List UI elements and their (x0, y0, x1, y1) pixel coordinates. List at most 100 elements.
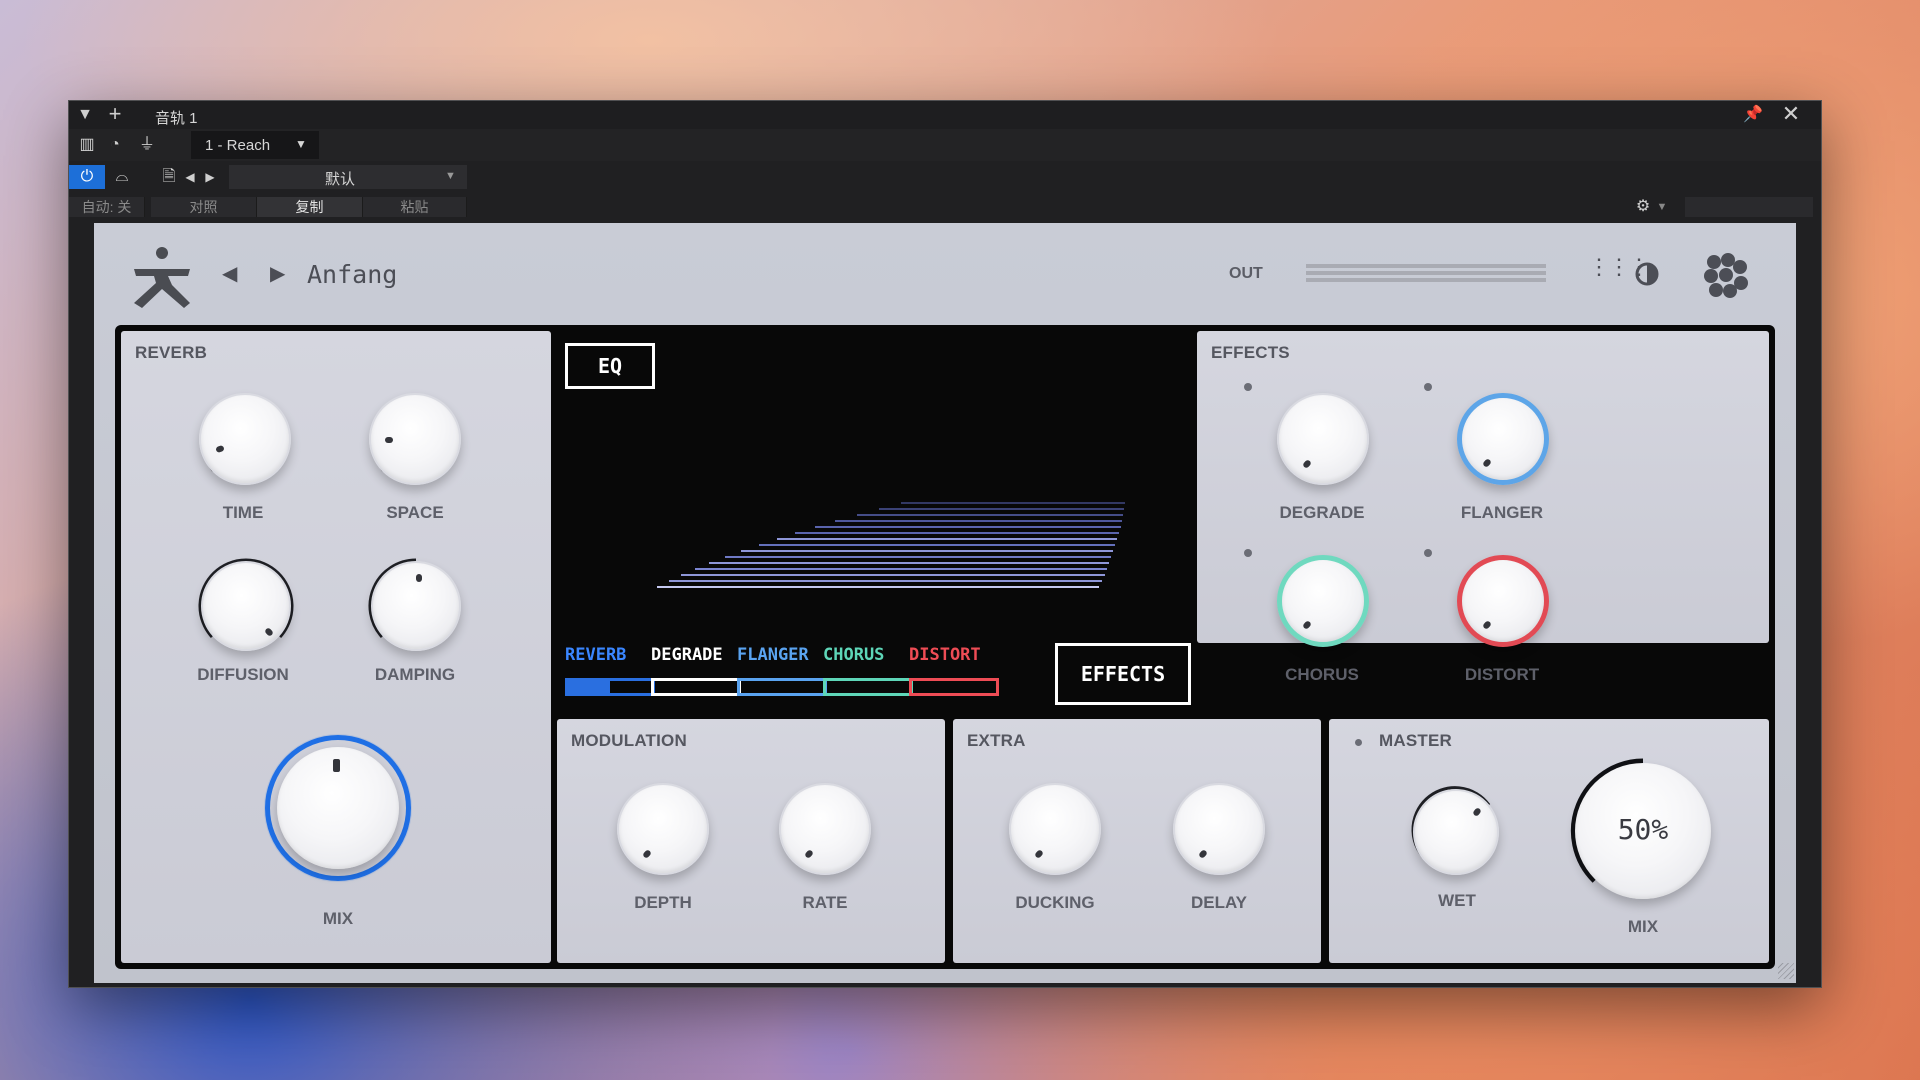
track-name: 音轨 1 (155, 110, 198, 127)
preset-name[interactable]: Anfang (307, 260, 397, 289)
ducking-knob[interactable] (1009, 783, 1101, 875)
prev-preset-icon[interactable]: ◀ (181, 165, 199, 189)
space-knob[interactable] (369, 393, 461, 485)
routing-icon[interactable]: ▥ (75, 133, 99, 157)
master-mix-label: MIX (1627, 917, 1659, 936)
gear-icon[interactable]: ⚙ (1631, 195, 1655, 219)
preset-file-icon[interactable]: 🗎 (157, 165, 181, 189)
master-panel: MASTER WET 50% MIX (1329, 719, 1769, 963)
flanger-tab-bar[interactable] (737, 678, 827, 696)
chevron-down-icon: ▼ (295, 137, 307, 151)
out-label: OUT (1229, 265, 1263, 282)
delay-knob[interactable] (1173, 783, 1265, 875)
visual-display: EQ REVERB DEGRADE FLANGER CHORUS DISTORT… (557, 331, 1191, 705)
tab-distort[interactable]: DISTORT (909, 645, 981, 665)
next-preset-icon[interactable]: ▶ (201, 165, 219, 189)
master-led[interactable] (1355, 739, 1362, 746)
degrade-led[interactable] (1244, 383, 1252, 391)
degrade-label: DEGRADE (1279, 503, 1365, 522)
output-meter (1306, 264, 1546, 282)
reverb-mix-label: MIX (322, 909, 354, 928)
reverb-panel: REVERB TIME SPACE DIFFUSION DAMPING MIX (121, 331, 551, 963)
depth-label: DEPTH (634, 893, 692, 912)
reverb-title: REVERB (135, 343, 208, 362)
close-icon[interactable]: ✕ (1779, 102, 1803, 126)
extra-title: EXTRA (967, 731, 1026, 750)
degrade-tab-bar[interactable] (651, 678, 741, 696)
device-selector[interactable]: 1 - Reach ▼ (191, 131, 319, 159)
degrade-knob[interactable] (1277, 393, 1369, 485)
prev-preset-icon[interactable]: ◀ (222, 261, 237, 286)
tab-chorus[interactable]: CHORUS (823, 645, 884, 665)
tuner-icon[interactable]: ◔ (103, 133, 127, 157)
modulation-title: MODULATION (571, 731, 687, 750)
plugin-ui: ◀ ▶ Anfang OUT ⋮⋮⋮ REVERB TIME SPACE DIF… (94, 223, 1796, 983)
master-title: MASTER (1379, 731, 1452, 750)
delay-label: DELAY (1190, 893, 1248, 912)
flanger-label: FLANGER (1460, 503, 1544, 522)
ducking-label: DUCKING (1015, 893, 1095, 912)
chorus-knob[interactable] (1277, 555, 1369, 647)
wet-label: WET (1438, 891, 1476, 910)
chevron-down-icon: ▼ (445, 170, 456, 182)
tab-degrade[interactable]: DEGRADE (651, 645, 723, 665)
compare-button[interactable]: 对照 (151, 197, 257, 217)
chorus-led[interactable] (1244, 549, 1252, 557)
master-mix-value: 50% (1617, 813, 1669, 846)
sidechain-icon[interactable]: ⏚ (133, 133, 161, 157)
theme-toggle-icon[interactable] (1634, 261, 1660, 287)
diffusion-label: DIFFUSION (197, 665, 289, 684)
diffusion-knob[interactable] (201, 561, 291, 651)
host-toolbar-slot (1685, 197, 1813, 217)
distort-label: DISTORT (1464, 665, 1540, 684)
power-icon: ⏻ (80, 168, 94, 185)
host-preset-bar: ⏻ ⌓ 🗎 ◀ ▶ 默认 ▼ (69, 161, 1821, 197)
logo-icon (134, 247, 190, 308)
modulation-panel: MODULATION DEPTH RATE (557, 719, 945, 963)
add-icon[interactable]: + (103, 102, 127, 126)
device-name: 1 - Reach (205, 137, 271, 154)
settings-flower-icon[interactable] (1702, 253, 1750, 299)
preset-menu[interactable]: 默认 ▼ (229, 165, 467, 189)
reverb-visualizer (657, 502, 1125, 588)
effects-button[interactable]: EFFECTS (1055, 643, 1191, 705)
pin-icon[interactable]: 📌 (1741, 103, 1765, 127)
effects-panel: EFFECTS DEGRADE FLANGER CHORUS DISTORT (1197, 331, 1769, 684)
time-knob[interactable] (199, 393, 291, 485)
distort-knob[interactable] (1457, 555, 1549, 647)
chevron-down-icon[interactable]: ▼ (1653, 195, 1671, 219)
main-frame: REVERB TIME SPACE DIFFUSION DAMPING MIX … (115, 325, 1775, 969)
tab-reverb[interactable]: REVERB (565, 645, 626, 665)
next-preset-icon[interactable]: ▶ (270, 261, 285, 286)
paste-button[interactable]: 粘贴 (363, 197, 467, 217)
power-button[interactable]: ⏻ (69, 165, 105, 189)
copy-button[interactable]: 复制 (257, 197, 363, 217)
flanger-led[interactable] (1424, 383, 1432, 391)
collapse-triangle-icon[interactable]: ▼ (73, 103, 97, 127)
space-label: SPACE (386, 503, 444, 522)
rate-label: RATE (802, 893, 848, 912)
rate-knob[interactable] (779, 783, 871, 875)
distort-led[interactable] (1424, 549, 1432, 557)
damping-knob[interactable] (371, 561, 461, 651)
damping-label: DAMPING (374, 665, 456, 684)
reverb-tab-bar[interactable] (565, 678, 655, 696)
resize-grip-icon[interactable] (1778, 963, 1794, 979)
reverb-mix-knob[interactable] (277, 747, 399, 869)
tab-flanger[interactable]: FLANGER (737, 645, 809, 665)
depth-knob[interactable] (617, 783, 709, 875)
preset-menu-label: 默认 (325, 171, 356, 188)
effects-title: EFFECTS (1211, 343, 1290, 362)
chorus-tab-bar[interactable] (823, 678, 913, 696)
bypass-icon[interactable]: ⌓ (107, 165, 137, 189)
chorus-label: CHORUS (1285, 665, 1359, 684)
auto-button[interactable]: 自动: 关 (69, 197, 145, 217)
host-title-bar: ▼ + 音轨 1 📌 ✕ (69, 101, 1821, 129)
flanger-knob[interactable] (1457, 393, 1549, 485)
time-label: TIME (222, 503, 264, 522)
wet-knob[interactable] (1413, 789, 1499, 875)
extra-panel: EXTRA DUCKING DELAY (953, 719, 1321, 963)
eq-button[interactable]: EQ (565, 343, 655, 389)
host-device-bar: ▥ ◔ ⏚ 1 - Reach ▼ (69, 129, 1821, 161)
distort-tab-bar[interactable] (909, 678, 999, 696)
